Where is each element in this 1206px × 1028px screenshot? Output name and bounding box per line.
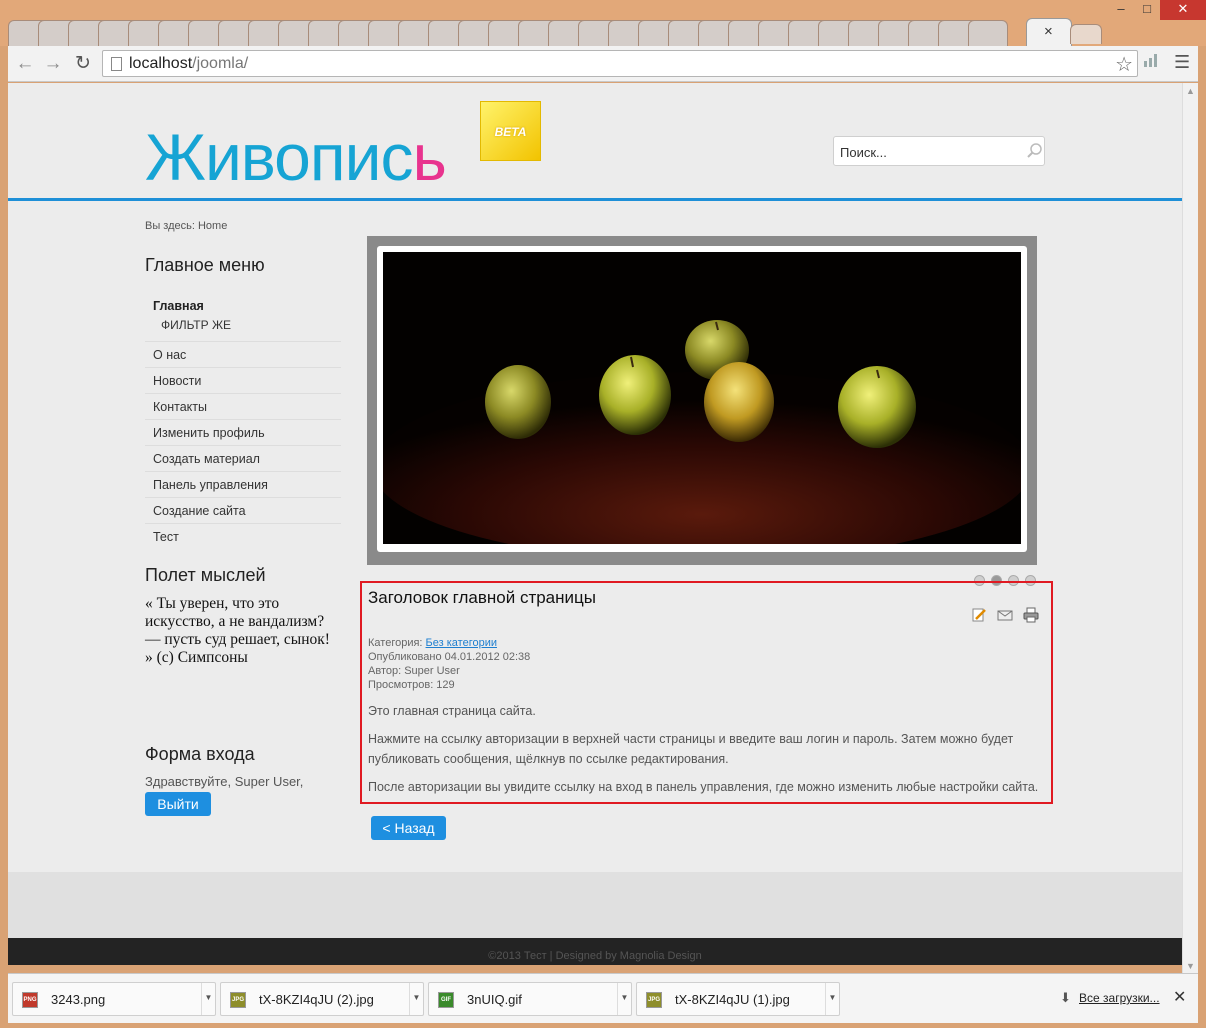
download-item[interactable]: PNG 3243.png ▼ xyxy=(12,982,216,1016)
menu-item-filter[interactable]: ФИЛЬТР ЖЕ xyxy=(145,316,341,342)
category-link[interactable]: Без категории xyxy=(426,637,497,649)
chevron-down-icon[interactable]: ▼ xyxy=(409,983,423,1015)
article-views: Просмотров: 129 xyxy=(368,679,455,691)
back-button[interactable]: < Назад xyxy=(371,816,446,840)
login-greeting: Здравствуйте, Super User, xyxy=(145,774,304,789)
category-label: Категория: xyxy=(368,637,426,649)
article-paragraph: Это главная страница сайта. xyxy=(368,704,536,718)
quote-text: « Ты уверен, что это искусство, а не ван… xyxy=(145,595,330,666)
forward-arrow-icon[interactable]: → xyxy=(40,51,66,77)
window-close-button[interactable]: ✕ xyxy=(1160,0,1206,20)
shelf-close-icon[interactable]: ✕ xyxy=(1173,987,1186,1007)
beta-label: BETA xyxy=(494,125,527,139)
page-icon xyxy=(111,57,122,71)
gif-file-icon: GIF xyxy=(438,992,454,1008)
tab-close-icon[interactable]: × xyxy=(1044,23,1053,40)
article-box: Заголовок главной страницы Категория: Бе… xyxy=(360,581,1053,804)
jpg-file-icon: JPG xyxy=(230,992,246,1008)
download-filename: 3243.png xyxy=(51,992,106,1007)
download-filename: tX-8KZI4qJU (2).jpg xyxy=(259,992,374,1007)
search-input[interactable]: Поиск... xyxy=(833,136,1045,166)
main-menu-title: Главное меню xyxy=(145,255,265,275)
new-tab-button[interactable] xyxy=(1070,24,1102,44)
menu-item-test[interactable]: Тест xyxy=(145,524,341,550)
download-filename: tX-8KZI4qJU (1).jpg xyxy=(675,992,790,1007)
scroll-up-icon[interactable]: ▲ xyxy=(1186,86,1195,96)
menu-item-edit-profile[interactable]: Изменить профиль xyxy=(145,420,341,446)
logo-text-last: ь xyxy=(412,120,446,194)
article-published: Опубликовано 04.01.2012 02:38 xyxy=(368,651,531,663)
download-item[interactable]: JPG tX-8KZI4qJU (1).jpg ▼ xyxy=(636,982,840,1016)
email-icon[interactable] xyxy=(997,607,1013,623)
bookmark-star-icon[interactable]: ☆ xyxy=(1115,52,1133,77)
download-filename: 3nUIQ.gif xyxy=(467,992,522,1007)
menu-item-control-panel[interactable]: Панель управления xyxy=(145,472,341,498)
footer-copyright: ©2013 Тест | Designed by Magnolia Design xyxy=(8,938,1182,965)
search-icon[interactable] xyxy=(1026,142,1044,160)
download-item[interactable]: JPG tX-8KZI4qJU (2).jpg ▼ xyxy=(220,982,424,1016)
browser-titlebar: × – □ ✕ xyxy=(0,0,1206,46)
address-bar[interactable]: localhost/joomla/ ☆ xyxy=(102,50,1138,77)
minimize-button[interactable]: – xyxy=(1108,0,1134,20)
menu-item-news[interactable]: Новости xyxy=(145,368,341,394)
beta-badge: BETA xyxy=(480,101,541,161)
page-scrollbar[interactable]: ▲ ▼ xyxy=(1182,83,1198,973)
download-item[interactable]: GIF 3nUIQ.gif ▼ xyxy=(428,982,632,1016)
print-icon[interactable] xyxy=(1023,607,1039,623)
slideshow xyxy=(367,236,1037,565)
page-viewport: Живопись BETA Поиск... Вы здесь: Home Гл… xyxy=(8,83,1182,965)
sidebar: Главное меню Главная ФИЛЬТР ЖЕ О нас Нов… xyxy=(145,255,341,550)
menu-item-contacts[interactable]: Контакты xyxy=(145,394,341,420)
url-path: /joomla/ xyxy=(192,55,249,72)
login-module-title: Форма входа xyxy=(145,744,255,764)
menu-item-about[interactable]: О нас xyxy=(145,342,341,368)
jpg-file-icon: JPG xyxy=(646,992,662,1008)
back-arrow-icon[interactable]: ← xyxy=(12,51,38,77)
chevron-down-icon[interactable]: ▼ xyxy=(825,983,839,1015)
downloads-shelf: PNG 3243.png ▼ JPG tX-8KZI4qJU (2).jpg ▼… xyxy=(8,973,1198,1023)
menu-hamburger-icon[interactable]: ☰ xyxy=(1174,52,1190,73)
edit-icon[interactable] xyxy=(971,607,987,623)
slide-frame xyxy=(377,246,1027,552)
tab-strip: × xyxy=(8,18,1102,46)
slide-image-apples[interactable] xyxy=(383,252,1021,544)
menu-item-create-article[interactable]: Создать материал xyxy=(145,446,341,472)
browser-tab[interactable] xyxy=(968,20,1008,46)
window-controls: – □ ✕ xyxy=(1108,0,1206,20)
all-downloads-link[interactable]: Все загрузки... xyxy=(1079,991,1160,1005)
article-paragraph: Нажмите на ссылку авторизации в верхней … xyxy=(368,732,1014,766)
maximize-button[interactable]: □ xyxy=(1134,0,1160,20)
menu-item-site-creation[interactable]: Создание сайта xyxy=(145,498,341,524)
article-author: Автор: Super User xyxy=(368,665,460,677)
breadcrumb: Вы здесь: Home xyxy=(145,220,228,232)
download-arrow-icon: ⬇ xyxy=(1060,990,1071,1005)
article-body: Это главная страница сайта. Нажмите на с… xyxy=(368,701,1048,805)
article-actions xyxy=(971,607,1039,623)
quote-module-title: Полет мыслей xyxy=(145,565,266,585)
reload-icon[interactable]: ↻ xyxy=(70,51,96,77)
menu-item-home[interactable]: Главная xyxy=(145,296,341,316)
logout-button[interactable]: Выйти xyxy=(145,792,211,816)
header-divider xyxy=(8,198,1182,201)
chevron-down-icon[interactable]: ▼ xyxy=(201,983,215,1015)
scroll-down-icon[interactable]: ▼ xyxy=(1186,961,1195,971)
article-meta: Категория: Без категории Опубликовано 04… xyxy=(368,636,530,692)
article-title: Заголовок главной страницы xyxy=(368,588,596,607)
url-host: localhost xyxy=(129,55,193,72)
article-category: Категория: Без категории xyxy=(368,636,530,650)
article-paragraph: После авторизации вы увидите ссылку на в… xyxy=(368,780,1039,794)
chevron-down-icon[interactable]: ▼ xyxy=(617,983,631,1015)
site-logo[interactable]: Живопись xyxy=(145,119,447,195)
extension-bars-icon[interactable] xyxy=(1142,52,1160,73)
url-text[interactable]: localhost/joomla/ xyxy=(129,55,248,73)
png-file-icon: PNG xyxy=(22,992,38,1008)
logo-text-main: Живопис xyxy=(145,120,413,194)
main-menu: Главная ФИЛЬТР ЖЕ О нас Новости Контакты… xyxy=(145,296,341,550)
browser-toolbar: ← → ↻ localhost/joomla/ ☆ ☰ xyxy=(8,46,1198,82)
footer-band xyxy=(8,872,1182,938)
